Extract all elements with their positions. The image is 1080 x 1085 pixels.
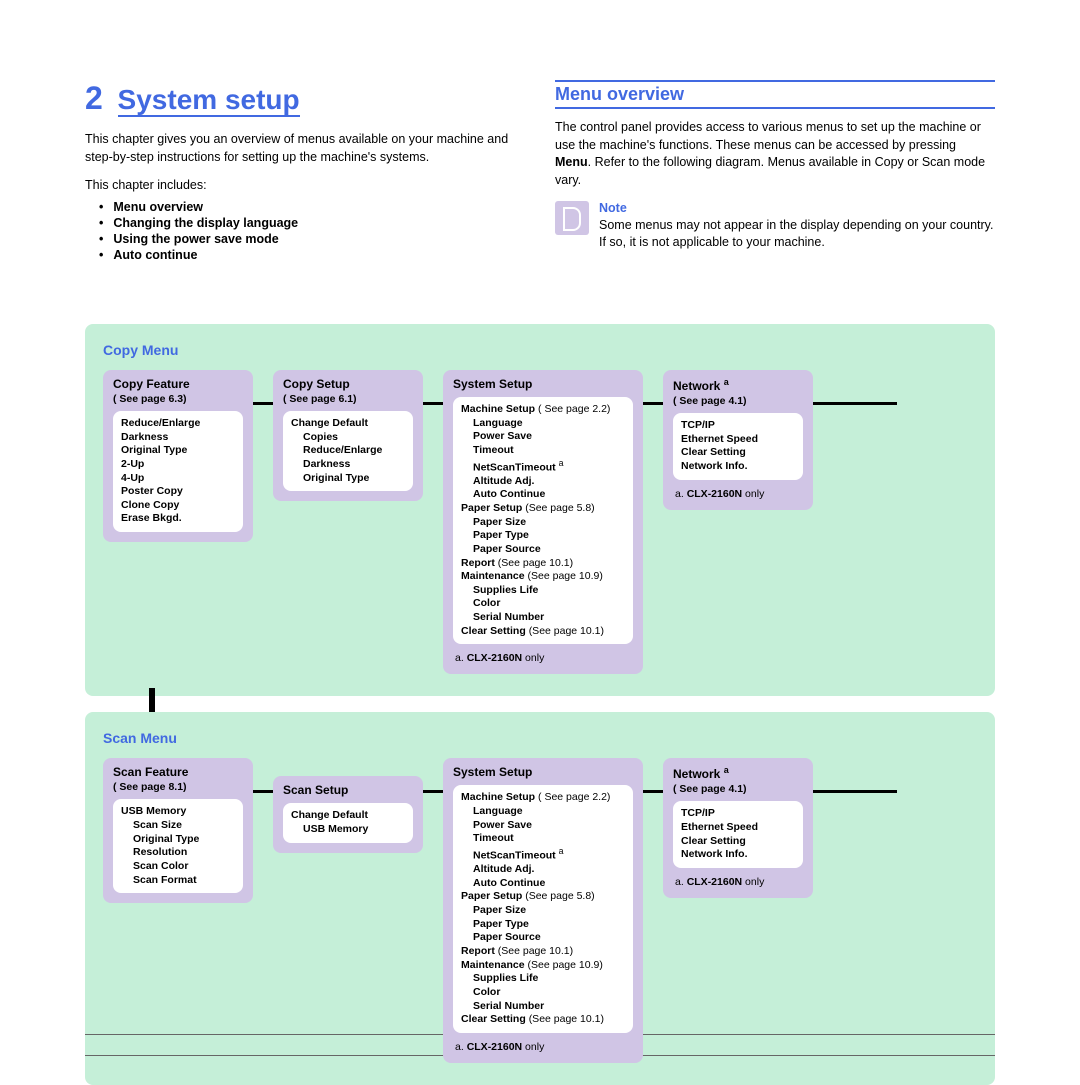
copy-menu-panel: Copy Menu Copy Feature ( See page 6.3) R… (85, 324, 995, 696)
toc-item[interactable]: Menu overview (99, 200, 525, 214)
note-label: Note (599, 201, 995, 215)
chapter-title: System setup (118, 84, 300, 117)
network-card-copy: Network a ( See page 4.1) TCP/IP Etherne… (663, 370, 813, 510)
toc-item[interactable]: Auto continue (99, 248, 525, 262)
footnote: a. CLX-2160N only (675, 876, 803, 888)
copy-feature-card: Copy Feature ( See page 6.3) Reduce/Enla… (103, 370, 253, 542)
toc-list: Menu overview Changing the display langu… (85, 200, 525, 262)
chapter-number: 2 (85, 80, 103, 116)
scan-setup-card: Scan Setup Change Default USB Memory (273, 776, 423, 852)
system-setup-card-copy: System Setup Machine Setup ( See page 2.… (443, 370, 643, 674)
copy-setup-card: Copy Setup ( See page 6.1) Change Defaul… (273, 370, 423, 501)
toc-item[interactable]: Changing the display language (99, 216, 525, 230)
chapter-includes-label: This chapter includes: (85, 178, 525, 192)
footnote: a. CLX-2160N only (455, 1041, 633, 1053)
section-text: The control panel provides access to var… (555, 119, 995, 189)
scan-menu-title: Scan Menu (103, 730, 977, 746)
note-text: Some menus may not appear in the display… (599, 217, 995, 251)
scan-menu-panel: Scan Menu Scan Feature ( See page 8.1) U… (85, 712, 995, 1084)
copy-menu-title: Copy Menu (103, 342, 977, 358)
network-card-scan: Network a ( See page 4.1) TCP/IP Etherne… (663, 758, 813, 898)
toc-item[interactable]: Using the power save mode (99, 232, 525, 246)
menu-diagram: Copy Menu Copy Feature ( See page 6.3) R… (85, 324, 995, 1085)
system-setup-card-scan: System Setup Machine Setup ( See page 2.… (443, 758, 643, 1062)
section-title: Menu overview (555, 80, 995, 109)
intro-text: This chapter gives you an overview of me… (85, 131, 525, 166)
footnote: a. CLX-2160N only (675, 488, 803, 500)
scan-feature-card: Scan Feature ( See page 8.1) USB Memory … (103, 758, 253, 903)
note-icon (555, 201, 589, 235)
footnote: a. CLX-2160N only (455, 652, 633, 664)
